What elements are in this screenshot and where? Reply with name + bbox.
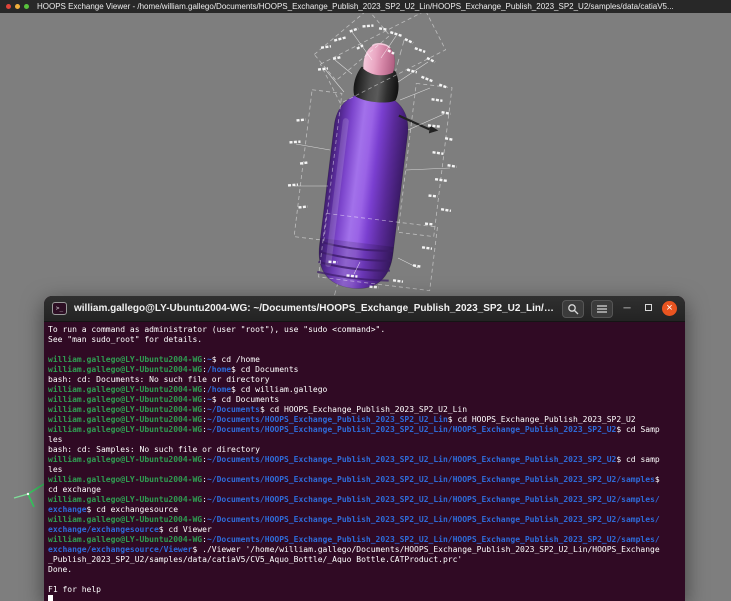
viewer-minimize-button[interactable] [15, 4, 20, 9]
terminal-titlebar[interactable]: >_ william.gallego@LY-Ubuntu2004-WG: ~/D… [44, 296, 685, 322]
terminal-minimize-button[interactable]: ─ [620, 300, 634, 318]
terminal-row: william.gallego@LY-Ubuntu2004-WG:/home$ … [48, 385, 681, 395]
terminal-menu-button[interactable] [591, 300, 613, 318]
terminal-row [48, 345, 681, 355]
terminal-row: william.gallego@LY-Ubuntu2004-WG:~$ cd D… [48, 395, 681, 405]
viewer-close-button[interactable] [6, 4, 11, 9]
terminal-row: cd exchange [48, 485, 681, 495]
terminal-app-icon: >_ [52, 302, 67, 315]
terminal-title: william.gallego@LY-Ubuntu2004-WG: ~/Docu… [74, 303, 555, 314]
search-icon [566, 302, 580, 316]
terminal-row: william.gallego@LY-Ubuntu2004-WG:/home$ … [48, 365, 681, 375]
terminal-window: >_ william.gallego@LY-Ubuntu2004-WG: ~/D… [44, 296, 685, 601]
viewer-window-title: HOOPS Exchange Viewer - /home/william.ga… [37, 2, 674, 11]
terminal-row: william.gallego@LY-Ubuntu2004-WG:~/Docum… [48, 495, 681, 505]
viewer-titlebar: HOOPS Exchange Viewer - /home/william.ga… [0, 0, 731, 13]
terminal-output[interactable]: To run a command as administrator (user … [44, 322, 685, 601]
maximize-icon [645, 304, 652, 311]
terminal-row: william.gallego@LY-Ubuntu2004-WG:~/Docum… [48, 415, 681, 425]
terminal-row: To run a command as administrator (user … [48, 325, 681, 335]
terminal-row: Done. [48, 565, 681, 575]
terminal-row: william.gallego@LY-Ubuntu2004-WG:~/Docum… [48, 475, 681, 485]
bottle-model [0, 13, 731, 313]
terminal-row: bash: cd: Samples: No such file or direc… [48, 445, 681, 455]
terminal-row: F1 for help [48, 585, 681, 595]
terminal-row: exchange$ cd exchangesource [48, 505, 681, 515]
terminal-row: les [48, 465, 681, 475]
terminal-cursor [48, 595, 53, 601]
bottle-cap [362, 41, 397, 77]
terminal-search-button[interactable] [562, 300, 584, 318]
terminal-row: william.gallego@LY-Ubuntu2004-WG:~/Docum… [48, 515, 681, 525]
terminal-maximize-button[interactable] [641, 300, 655, 318]
terminal-row: william.gallego@LY-Ubuntu2004-WG:~/Docum… [48, 535, 681, 545]
terminal-row: exchange/exchangesource/Viewer$ ./Viewer… [48, 545, 681, 555]
terminal-row: william.gallego@LY-Ubuntu2004-WG:~/Docum… [48, 455, 681, 465]
terminal-row: william.gallego@LY-Ubuntu2004-WG:~/Docum… [48, 425, 681, 435]
terminal-row: exchange/exchangesource$ cd Viewer [48, 525, 681, 535]
terminal-row [48, 595, 681, 601]
terminal-close-button[interactable]: × [662, 301, 677, 316]
desktop: HOOPS Exchange Viewer - /home/william.ga… [0, 0, 731, 601]
terminal-row: See "man sudo_root" for details. [48, 335, 681, 345]
hamburger-icon [596, 304, 608, 314]
terminal-row: les [48, 435, 681, 445]
terminal-row [48, 575, 681, 585]
terminal-row: _Publish_2023_SP2_U2/samples/data/catiaV… [48, 555, 681, 565]
terminal-row: bash: cd: Documents: No such file or dir… [48, 375, 681, 385]
terminal-row: william.gallego@LY-Ubuntu2004-WG:~/Docum… [48, 405, 681, 415]
viewer-maximize-button[interactable] [24, 4, 29, 9]
terminal-row: william.gallego@LY-Ubuntu2004-WG:~$ cd /… [48, 355, 681, 365]
